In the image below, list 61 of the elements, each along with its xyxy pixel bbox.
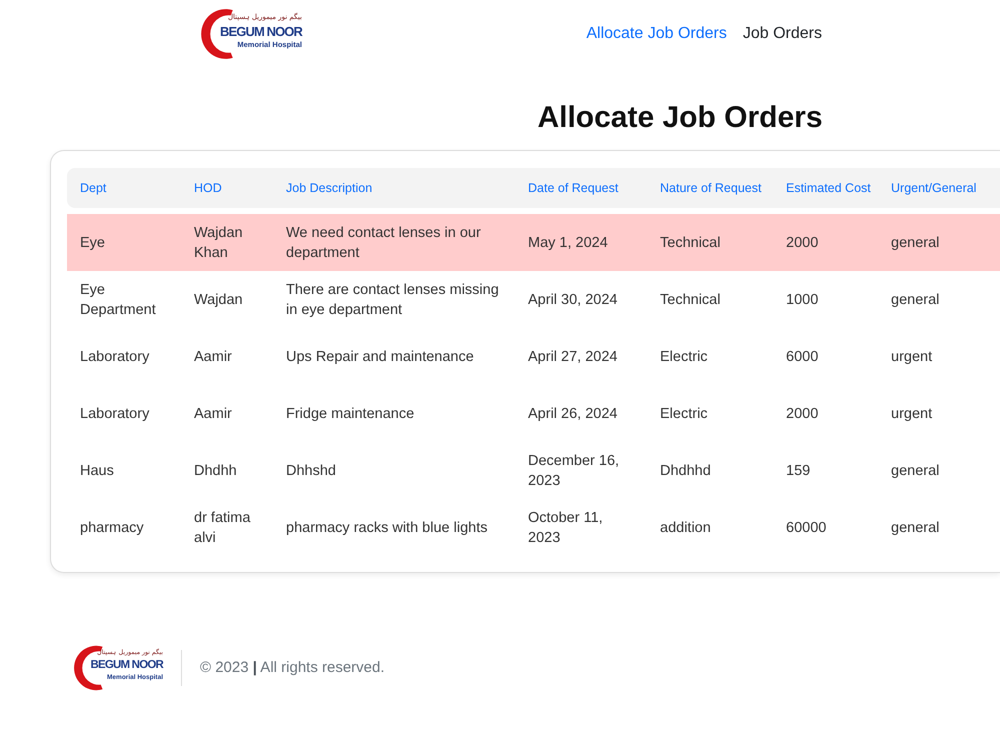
table-cell-text: Eye: [79, 234, 106, 252]
logo-name: BEGUM NOOR: [90, 658, 163, 673]
column-header: Urgent/General: [890, 180, 976, 196]
table-cell-text: 2000: [785, 404, 820, 424]
table-cell-text: general: [890, 234, 940, 252]
table-row[interactable]: Eye Wajdan Khan We need contact lenses in our department May 1, 2024 Technical 2000 general: [67, 214, 1000, 271]
table-cell-text: 2000: [785, 234, 820, 252]
table-cell-text: Technical: [659, 234, 722, 252]
table-row[interactable]: Eye Department Wajdan There are contact lenses missing in eye department April 30, 2024 Technical 1000 general: [67, 271, 1000, 328]
table-cell-text: Fridge maintenance: [285, 404, 416, 424]
table-cell-text: Aamir: [193, 348, 233, 366]
nav-link[interactable]: Job Orders: [742, 23, 822, 45]
column-header: Estimated Cost: [785, 180, 871, 196]
table-cell-text: general: [890, 518, 940, 538]
table-cell-text: There are contact lenses missing in eye department: [285, 280, 500, 320]
table-cell-text: Aamir: [193, 404, 233, 424]
table-cell-text: pharmacy racks with blue lights: [285, 518, 488, 538]
table-cell-text: We need contact lenses in our department: [285, 224, 482, 262]
page-title: Allocate Job Orders: [537, 100, 823, 136]
column-header: Dept: [79, 180, 106, 196]
table-row[interactable]: pharmacy dr fatima alvi pharmacy racks with blue lights October 11, 2023 addition 60000 general: [67, 499, 1000, 556]
column-header: Job Description: [285, 180, 372, 196]
table-cell-text: Eye Department: [79, 280, 157, 320]
column-header: Nature of Request: [659, 180, 762, 196]
table-cell-text: general: [890, 290, 940, 310]
table-cell-text: pharmacy: [79, 518, 145, 538]
table-row[interactable]: Laboratory Aamir Fridge maintenance April 26, 2024 Electric 2000 urgent: [67, 385, 1000, 442]
table-cell-text: 1000: [785, 290, 820, 310]
table-cell-text: 60000: [785, 518, 828, 538]
table-cell-text: 159: [785, 462, 812, 480]
table-cell-text: April 26, 2024: [527, 404, 618, 424]
table-cell-text: Dhdhhd: [659, 462, 712, 480]
nav-link[interactable]: Allocate Job Orders: [586, 23, 727, 45]
table-cell-text: Wajdan: [193, 290, 244, 310]
table-cell-text: urgent: [890, 348, 934, 366]
table-cell-text: October 11, 2023: [527, 508, 604, 548]
column-header: HOD: [193, 180, 222, 196]
copyright-text: © 2023 | All rights reserved.: [200, 658, 385, 678]
table-cell-text: 6000: [785, 348, 820, 366]
table-row[interactable]: Haus Dhdhh Dhhshd December 16, 2023 Dhdhhd 159 general: [67, 442, 1000, 499]
table-cell-text: Ups Repair and maintenance: [285, 348, 475, 366]
table-cell-text: Haus: [79, 462, 115, 480]
table-cell-text: general: [890, 462, 940, 480]
table-cell-text: urgent: [890, 404, 934, 424]
logo-name: BEGUM NOOR: [220, 23, 302, 40]
table-cell-text: dr fatima alvi: [193, 508, 252, 548]
table-cell-text: April 27, 2024: [527, 348, 618, 366]
table-cell-text: Technical: [659, 290, 722, 310]
table-cell-text: Dhdhh: [193, 462, 238, 480]
table-cell-text: Laboratory: [79, 348, 150, 366]
table-cell-text: Wajdan Khan: [193, 224, 244, 262]
table-cell-text: April 30, 2024: [527, 290, 618, 310]
table-cell-text: Electric: [659, 348, 709, 366]
table-cell-text: Electric: [659, 404, 709, 424]
table-cell-text: Dhhshd: [285, 462, 337, 480]
column-header: Date of Request: [527, 180, 618, 196]
table-cell-text: December 16, 2023: [527, 452, 620, 490]
table-row[interactable]: Laboratory Aamir Ups Repair and maintenance April 27, 2024 Electric 6000 urgent: [67, 328, 1000, 385]
table-cell-text: addition: [659, 518, 712, 538]
table-cell-text: Laboratory: [79, 404, 150, 424]
table-cell-text: May 1, 2024: [527, 234, 609, 252]
